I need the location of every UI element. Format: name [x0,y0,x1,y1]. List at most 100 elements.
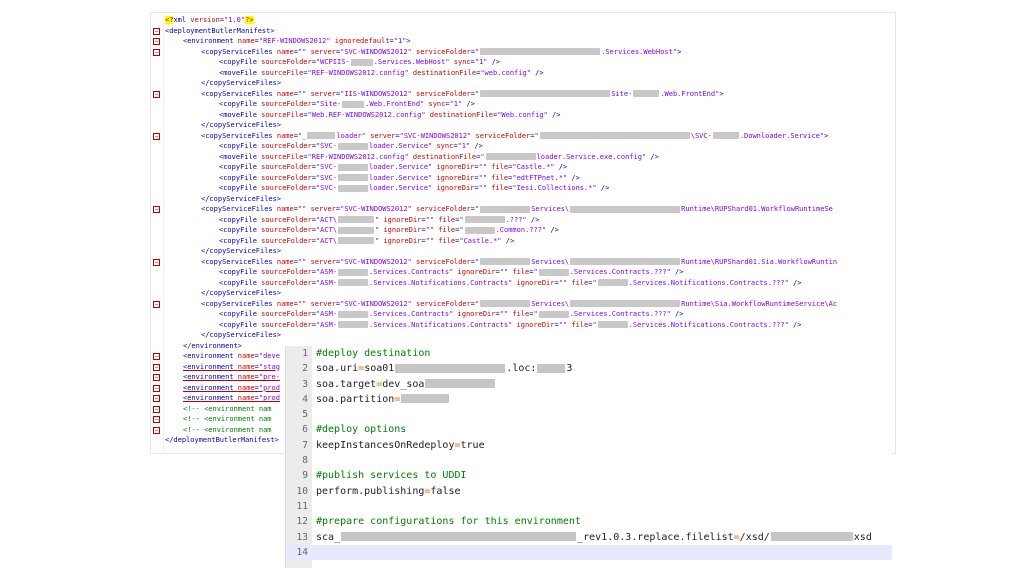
xml-line[interactable]: <copyFile sourceFolder="ASM- .Services.Co… [161,267,895,278]
xml-line[interactable]: </copyServiceFiles> [161,330,895,341]
line-text: soa.partition= [316,392,450,407]
xml-token-attr: sync [432,142,454,150]
fold-toggle-icon[interactable]: − [153,405,160,413]
fold-toggle-icon[interactable]: − [153,206,160,213]
xml-token-val: "SVC-WINDOWS2012" [340,257,412,266]
xml-token-val: .Services.Contracts.???" [569,268,671,276]
xml-line[interactable]: − <deploymentButlerManifest> [153,26,895,37]
editor-line[interactable]: 13 sca_ _rev1.0.3.replace.filelist=/xsd/xs… [286,530,892,545]
xml-token-tag: <environment [183,362,238,371]
xml-token-val: .Services.WebHost" [601,47,678,56]
editor-line[interactable]: 14 [286,544,892,561]
xml-line[interactable]: <copyFile sourceFolder="ASM- .Services.No… [161,320,895,331]
xml-line[interactable]: <moveFile sourceFile="REF-WINDOWS2012.co… [161,152,895,163]
editor-line[interactable]: 7 keepInstancesOnRedeploy=true [286,438,892,453]
xml-token-tag: /> [567,173,580,182]
fold-toggle-icon[interactable]: − [153,27,160,35]
xml-line[interactable]: <?xml version="1.0"?> [161,15,895,26]
editor-line[interactable]: 6 #deploy options [286,422,892,437]
comment-text: #publish services to UDDI [316,470,467,482]
fold-toggle-icon[interactable]: − [153,48,160,56]
xml-token-attr: ignoreDir [512,278,555,287]
xml-line[interactable]: <copyFile sourceFolder="SVC-loader.Servi… [161,141,895,152]
xml-line[interactable]: − <copyServiceFiles name="" server="SVC-W… [153,299,895,310]
xml-line[interactable]: </copyServiceFiles> [161,246,895,257]
xml-token-val: Runtime\Sia.WorkflowRuntimeService\Ac [681,299,838,308]
xml-line[interactable]: <copyFile sourceFolder="ACT\ " ignoreDir=… [161,215,895,226]
xml-line[interactable]: − <copyServiceFiles name="" server="SVC-W… [153,204,895,215]
xml-token-val: Services\ [531,257,570,266]
xml-line[interactable]: − <copyServiceFiles name="" server="SVC-W… [153,257,895,268]
fold-toggle-icon[interactable]: − [153,353,160,360]
xml-line[interactable]: <copyFile sourceFolder="ASM- .Services.No… [161,278,895,289]
xml-line[interactable]: − <copyServiceFiles name="" server="SVC-W… [153,47,895,58]
properties-editor-content[interactable]: 1 #deploy destination 2 soa.uri = soa01 .loc: 3… [286,346,892,561]
editor-line[interactable]: 5 [286,407,892,422]
xml-token-tag: <copyFile [219,163,262,171]
properties-editor-panel[interactable]: 1 #deploy destination 2 soa.uri = soa01 .loc: 3… [285,346,892,568]
xml-token-val: "ASM- [315,320,338,329]
xml-line[interactable]: <copyFile sourceFolder="ACT\ " ignoreDir=… [161,236,895,247]
xml-line[interactable]: </copyServiceFiles> [161,194,895,205]
xml-token-val: " [533,310,538,318]
xml-token-attr: server [306,257,336,266]
line-number: 10 [296,485,308,497]
xml-line[interactable]: <copyFile sourceFolder="Site- .Web.FrontE… [161,99,895,110]
xml-token-val: "prod [258,394,280,402]
fold-toggle-icon[interactable]: − [153,300,160,308]
xml-line[interactable]: </copyServiceFiles> [161,78,895,89]
xml-line[interactable]: <copyFile sourceFolder="SVC-loader.Servi… [161,183,895,194]
redacted-text [570,258,681,265]
xml-token-attr: sourceFile [261,68,304,77]
editor-line[interactable]: 12 #prepare configurations for this envir… [286,514,892,529]
xml-token-val: "ACT\ [315,215,338,224]
fold-toggle-icon[interactable]: − [153,384,160,392]
xml-line[interactable]: <copyFile sourceFolder="SVC-loader.Servi… [161,162,895,173]
fold-toggle-icon[interactable]: − [153,363,160,371]
xml-line[interactable]: − <environment name="REF-WINDOWS2012" ign… [153,36,895,47]
xml-token-val: "" [499,268,509,276]
xml-line[interactable]: <moveFile sourceFile="Web.REF-WINDOWS201… [161,110,895,121]
fold-toggle-icon[interactable]: − [153,38,160,45]
xml-line[interactable]: <moveFile sourceFile="REF-WINDOWS2012.co… [161,68,895,79]
fold-toggle-icon[interactable]: − [153,90,160,98]
editor-line[interactable]: 9 #publish services to UDDI [286,468,892,483]
xml-token-val: "ASM- [315,268,338,276]
xml-token-tag: <copyFile [219,184,262,192]
xml-token-tag: /> [546,226,559,234]
xml-token-val: .Web.FrontEnd" [660,89,720,98]
editor-line[interactable]: 8 [286,453,892,468]
fold-toggle-icon[interactable]: − [153,132,160,140]
editor-line[interactable]: 2 soa.uri=soa01 .loc: 3 [286,361,892,376]
xml-token-tag: <copyFile [219,310,262,318]
xml-line[interactable]: <copyFile sourceFolder="ACT\ " ignoreDir=… [161,225,895,236]
editor-line[interactable]: 1 #deploy destination [286,346,892,361]
redacted-text [538,310,569,318]
xml-line[interactable]: </copyServiceFiles> [161,288,895,299]
editor-line[interactable]: 11 [286,499,892,514]
xml-token-attr: name [237,373,255,381]
xml-token-val: Runtime\RUPShard01.Sia.WorkflowRuntin [681,257,838,266]
redacted-text [480,48,601,55]
xml-token-attr: file [487,184,509,192]
xml-token-tag: </copyServiceFiles> [201,194,282,203]
xml-line[interactable]: <copyFile sourceFolder="ASM- .Services.Co… [161,309,895,320]
editor-line[interactable]: 4 soa.partition= [286,392,892,407]
xml-token-val: " [475,205,480,213]
xml-line[interactable]: </copyServiceFiles> [161,120,895,131]
editor-line[interactable]: 10 perform.publishing=false [286,484,892,499]
xml-line[interactable]: − <copyServiceFiles name="" server="IIS-W… [153,89,895,100]
property-text: perform.publishing [316,485,425,497]
fold-toggle-icon[interactable]: − [153,258,160,266]
fold-toggle-icon[interactable]: − [153,426,160,434]
xml-line[interactable]: − <copyServiceFiles name="_ loader" server… [153,131,895,142]
xml-token-tag: /> [788,320,802,329]
fold-toggle-icon[interactable]: − [153,374,160,381]
xml-token-tag: /> [501,236,515,245]
xml-line[interactable]: <copyFile sourceFolder="SVC-loader.Servi… [161,173,895,184]
fold-toggle-icon[interactable]: − [153,395,160,402]
editor-line[interactable]: 3 soa.target=dev_soa [286,377,892,392]
xml-line[interactable]: <copyFile sourceFolder="WCPIIS- .Services… [161,57,895,68]
fold-toggle-icon[interactable]: − [153,416,160,423]
xml-token-attr: file [487,173,509,182]
